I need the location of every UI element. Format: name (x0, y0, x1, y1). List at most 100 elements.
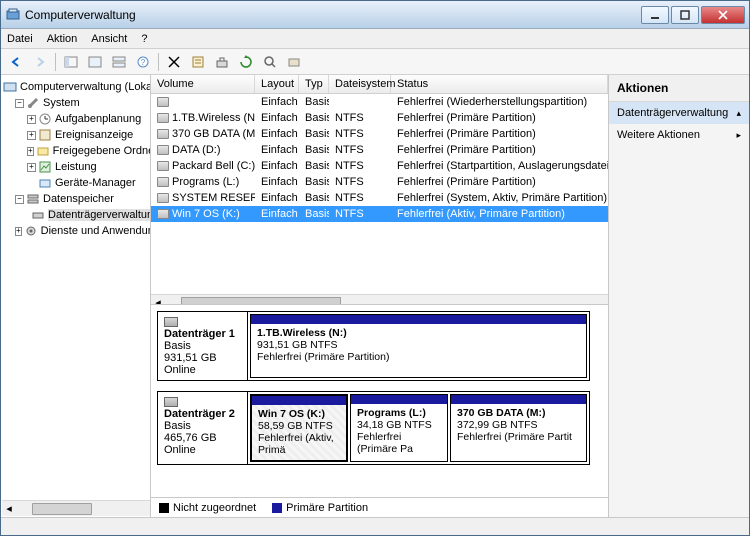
view-button-1[interactable] (84, 51, 106, 73)
folder-share-icon (36, 144, 50, 158)
col-header-volume[interactable]: Volume (151, 75, 255, 93)
delete-button[interactable] (163, 51, 185, 73)
app-icon (5, 7, 21, 23)
collapse-arrow-icon: ▴ (736, 108, 741, 119)
disk-2-info: Datenträger 2 Basis 465,76 GB Online (158, 392, 248, 464)
disk-2-row[interactable]: Datenträger 2 Basis 465,76 GB Online Win… (157, 391, 590, 465)
disk-1-row[interactable]: Datenträger 1 Basis 931,51 GB Online 1.T… (157, 311, 590, 381)
volume-list[interactable]: Volume Layout Typ Dateisystem Status Ein… (151, 75, 608, 305)
settings-button[interactable] (283, 51, 305, 73)
expand-icon[interactable]: + (27, 163, 36, 172)
disk-icon (164, 397, 178, 407)
forward-button[interactable] (29, 51, 51, 73)
menu-file[interactable]: Datei (7, 33, 33, 45)
view-button-2[interactable] (108, 51, 130, 73)
menu-action[interactable]: Aktion (47, 33, 78, 45)
help-button[interactable]: ? (132, 51, 154, 73)
col-header-layout[interactable]: Layout (255, 75, 299, 93)
window-title: Computerverwaltung (25, 8, 641, 22)
tree-root[interactable]: Computerverwaltung (Lokal) (1, 79, 150, 95)
volume-row[interactable]: 1.TB.Wireless (N:)EinfachBasisNTFSFehler… (151, 110, 608, 126)
tree-device-manager[interactable]: Geräte-Manager (1, 175, 150, 191)
volume-row[interactable]: Packard Bell (C:)EinfachBasisNTFSFehlerf… (151, 158, 608, 174)
expand-icon[interactable]: + (15, 227, 22, 236)
expand-icon[interactable]: + (27, 131, 36, 140)
disk-2-partition-1[interactable]: Win 7 OS (K:) 58,59 GB NTFS Fehlerfrei (… (250, 394, 348, 462)
left-pane-scrollbar[interactable]: ◂ (2, 500, 150, 516)
disk-2-partition-2[interactable]: Programs (L:) 34,18 GB NTFS Fehlerfrei (… (350, 394, 448, 462)
collapse-icon[interactable]: − (15, 195, 24, 204)
col-header-fs[interactable]: Dateisystem (329, 75, 391, 93)
tree-storage[interactable]: − Datenspeicher (1, 191, 150, 207)
toolbar: ? (1, 49, 749, 75)
storage-icon (26, 192, 40, 206)
disk-1-partition-1[interactable]: 1.TB.Wireless (N:) 931,51 GB NTFS Fehler… (250, 314, 587, 378)
device-icon (38, 176, 52, 190)
tools-icon (26, 96, 40, 110)
drive-icon (157, 177, 169, 187)
volume-list-header: Volume Layout Typ Dateisystem Status (151, 75, 608, 94)
maximize-button[interactable] (671, 6, 699, 24)
close-button[interactable] (701, 6, 745, 24)
performance-icon (38, 160, 52, 174)
drive-icon (157, 145, 169, 155)
legend: Nicht zugeordnet Primäre Partition (151, 497, 608, 517)
services-icon (24, 224, 38, 238)
disk-mgmt-icon (31, 208, 45, 222)
collapse-icon[interactable]: − (15, 99, 24, 108)
legend-primary: Primäre Partition (272, 502, 368, 514)
actions-more[interactable]: Weitere Aktionen▸ (609, 124, 749, 146)
tree-performance[interactable]: + Leistung (1, 159, 150, 175)
volume-row[interactable]: 370 GB DATA (M:)EinfachBasisNTFSFehlerfr… (151, 126, 608, 142)
rescan-button[interactable] (259, 51, 281, 73)
svg-text:?: ? (141, 58, 146, 67)
navigation-tree[interactable]: Computerverwaltung (Lokal) − System + Au… (1, 75, 151, 517)
body: Computerverwaltung (Lokal) − System + Au… (1, 75, 749, 517)
drive-icon (157, 161, 169, 171)
menu-help[interactable]: ? (141, 33, 147, 45)
col-header-status[interactable]: Status (391, 75, 608, 93)
tree-shared-folders[interactable]: + Freigegebene Ordner (1, 143, 150, 159)
menubar: Datei Aktion Ansicht ? (1, 29, 749, 49)
legend-unallocated: Nicht zugeordnet (159, 502, 256, 514)
disk-2-partition-3[interactable]: 370 GB DATA (M:) 372,99 GB NTFS Fehlerfr… (450, 394, 587, 462)
drive-icon (157, 97, 169, 107)
properties-button[interactable] (187, 51, 209, 73)
clock-icon (38, 112, 52, 126)
actions-diskmgmt[interactable]: Datenträgerverwaltung▴ (609, 102, 749, 124)
volume-row[interactable]: Programs (L:)EinfachBasisNTFSFehlerfrei … (151, 174, 608, 190)
tree-services[interactable]: + Dienste und Anwendungen (1, 223, 150, 239)
expand-icon[interactable]: + (27, 147, 34, 156)
event-icon (38, 128, 52, 142)
computer-icon (3, 80, 17, 94)
back-button[interactable] (5, 51, 27, 73)
titlebar: Computerverwaltung (1, 1, 749, 29)
center-pane: Volume Layout Typ Dateisystem Status Ein… (151, 75, 609, 517)
minimize-button[interactable] (641, 6, 669, 24)
actions-pane: Aktionen Datenträgerverwaltung▴ Weitere … (609, 75, 749, 517)
volume-row[interactable]: SYSTEM RESERVEDEinfachBasisNTFSFehlerfre… (151, 190, 608, 206)
volume-row[interactable]: EinfachBasisFehlerfrei (Wiederherstellun… (151, 94, 608, 110)
drive-icon (157, 209, 169, 219)
expand-icon[interactable]: + (27, 115, 36, 124)
refresh-button[interactable] (235, 51, 257, 73)
disk-icon (164, 317, 178, 327)
tree-task-scheduler[interactable]: + Aufgabenplanung (1, 111, 150, 127)
action-button-1[interactable] (211, 51, 233, 73)
horizontal-scrollbar[interactable]: ◂ (151, 294, 608, 305)
volume-row[interactable]: Win 7 OS (K:)EinfachBasisNTFSFehlerfrei … (151, 206, 608, 222)
menu-view[interactable]: Ansicht (91, 33, 127, 45)
drive-icon (157, 113, 169, 123)
drive-icon (157, 193, 169, 203)
col-header-typ[interactable]: Typ (299, 75, 329, 93)
disk-graphical-view[interactable]: Datenträger 1 Basis 931,51 GB Online 1.T… (151, 305, 608, 497)
show-hide-tree-button[interactable] (60, 51, 82, 73)
actions-header: Aktionen (609, 75, 749, 102)
tree-disk-management[interactable]: Datenträgerverwaltung (1, 207, 150, 223)
tree-event-viewer[interactable]: + Ereignisanzeige (1, 127, 150, 143)
disk-1-info: Datenträger 1 Basis 931,51 GB Online (158, 312, 248, 380)
tree-system[interactable]: − System (1, 95, 150, 111)
statusbar (1, 517, 749, 535)
volume-row[interactable]: DATA (D:)EinfachBasisNTFSFehlerfrei (Pri… (151, 142, 608, 158)
window-controls (641, 6, 745, 24)
